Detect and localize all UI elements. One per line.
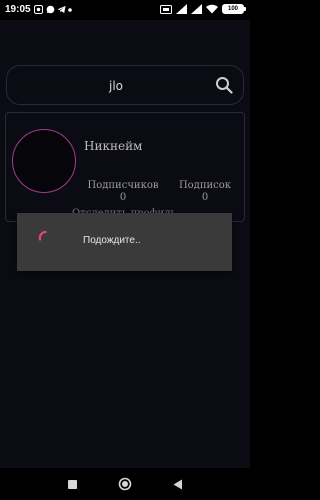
status-icons: 100 xyxy=(160,4,246,14)
followers-stat[interactable]: Подписчиков 0 xyxy=(86,180,160,204)
followers-count: 0 xyxy=(119,192,127,203)
notification-chat-icon xyxy=(46,5,55,14)
notification-telegram-icon xyxy=(57,5,66,14)
notification-gallery-icon xyxy=(34,5,43,14)
signal-2-icon xyxy=(191,4,202,14)
loading-spinner-icon xyxy=(38,230,47,241)
home-button[interactable] xyxy=(117,476,133,492)
search-icon[interactable] xyxy=(215,76,233,94)
status-bar: 19:05 100 xyxy=(0,0,250,20)
followers-label: Подписчиков xyxy=(87,180,159,191)
following-count: 0 xyxy=(201,192,209,203)
progress-dialog: Подождите.. xyxy=(17,213,232,271)
app-screen: 19:05 100 jlo Никнейм Подписчиков 0 Подп… xyxy=(0,0,250,500)
sim-card-icon xyxy=(160,4,172,14)
following-stat[interactable]: Подписок 0 xyxy=(170,180,240,204)
circle-icon xyxy=(118,477,132,491)
wifi-icon xyxy=(206,4,218,14)
status-time: 19:05 xyxy=(5,4,31,15)
notification-dot-icon xyxy=(68,8,72,12)
navigation-bar xyxy=(0,468,250,500)
recent-apps-button[interactable] xyxy=(64,476,80,492)
back-button[interactable] xyxy=(170,476,186,492)
square-icon xyxy=(67,479,77,489)
signal-1-icon xyxy=(176,4,187,14)
search-input[interactable] xyxy=(21,74,211,98)
dialog-message: Подождите.. xyxy=(83,235,141,246)
avatar[interactable] xyxy=(12,129,76,193)
search-bar xyxy=(6,65,244,105)
triangle-back-icon xyxy=(173,479,182,489)
battery-icon: 100 xyxy=(222,4,246,14)
profile-card[interactable]: Никнейм Подписчиков 0 Подписок 0 Отследи… xyxy=(5,112,245,222)
following-label: Подписок xyxy=(178,180,232,191)
profile-nickname: Никнейм xyxy=(84,139,143,153)
